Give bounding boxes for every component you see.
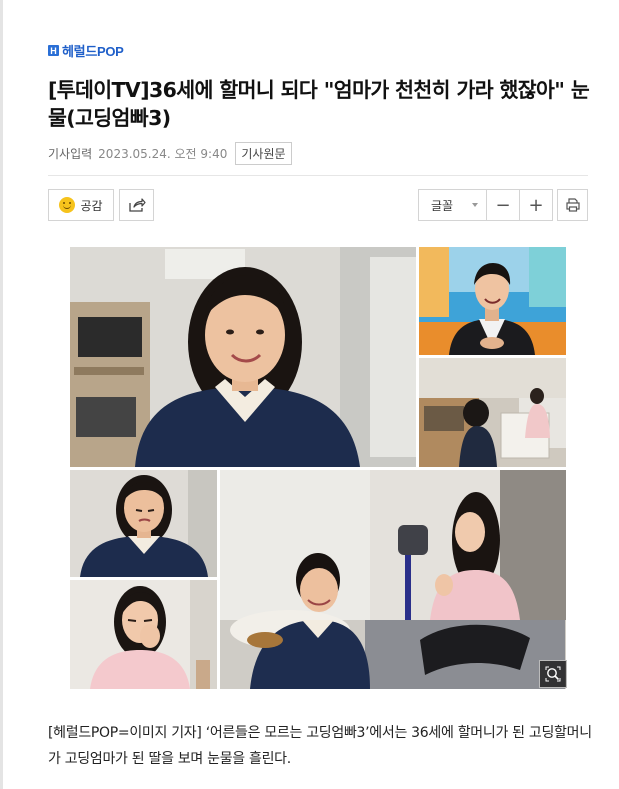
share-button[interactable] (119, 189, 154, 221)
published-date: 2023.05.24. 오전 9:40 (98, 147, 228, 161)
logo-mark-icon: H (48, 45, 59, 56)
mother-interview-illustration (70, 247, 416, 467)
zoom-icon (545, 666, 561, 682)
page-left-border (0, 0, 3, 789)
image-zoom-button[interactable] (539, 660, 567, 688)
photo-mother-daughter-sofa (220, 470, 566, 689)
print-icon (565, 198, 580, 212)
overhead-room-illustration (419, 358, 566, 467)
photo-interview-mother (70, 247, 416, 467)
caret-down-icon (472, 203, 478, 207)
logo-text: 헤럴드POP (62, 44, 124, 59)
published-label: 기사입력 (48, 147, 93, 161)
article-title: [투데이TV]36세에 할머니 되다 "엄마가 천천히 가라 했잖아" 눈물(고… (48, 78, 590, 130)
studio-host-illustration (419, 247, 566, 355)
print-button[interactable] (557, 189, 588, 221)
photo-overhead-room (419, 358, 566, 467)
font-decrease-button[interactable]: − (486, 189, 520, 221)
photo-mother-tearful (70, 470, 217, 577)
photo-daughter-emotional (70, 580, 217, 689)
article-body: [헤럴드POP=이미지 기자] ‘어른들은 모르는 고딩엄빠3’에서는 36세에… (48, 725, 592, 767)
article-meta: 기사입력 2023.05.24. 오전 9:40 기사원문 (48, 142, 292, 165)
divider (48, 175, 588, 176)
photo-studio-host (419, 247, 566, 355)
font-increase-button[interactable]: + (519, 189, 553, 221)
like-button[interactable]: 공감 (48, 189, 114, 221)
like-label: 공감 (80, 198, 103, 213)
article-photo-collage[interactable] (70, 247, 567, 689)
daughter-emotional-illustration (70, 580, 217, 689)
font-select[interactable]: 글꼴 (418, 189, 487, 221)
font-label: 글꼴 (431, 198, 454, 213)
mother-daughter-sofa-illustration (220, 470, 566, 689)
original-article-button[interactable]: 기사원문 (235, 142, 292, 165)
press-logo[interactable]: H 헤럴드POP (48, 41, 124, 60)
mother-tearful-illustration (70, 470, 217, 577)
share-icon (128, 198, 146, 212)
smile-emoji-icon (59, 197, 76, 213)
